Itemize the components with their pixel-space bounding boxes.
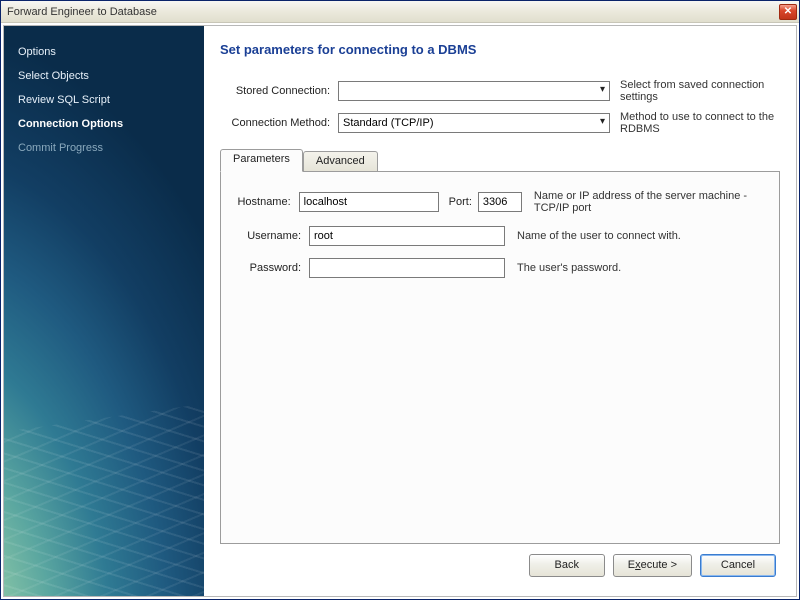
password-row: Password: The user's password. bbox=[237, 258, 763, 278]
connection-method-row: Connection Method: Standard (TCP/IP) Met… bbox=[220, 111, 780, 135]
tab-region: Parameters Advanced Hostname: Port: Name… bbox=[220, 149, 780, 544]
execute-button[interactable]: Execute > bbox=[613, 554, 692, 577]
wizard-sidebar: Options Select Objects Review SQL Script… bbox=[4, 26, 204, 596]
page-title: Set parameters for connecting to a DBMS bbox=[220, 42, 780, 57]
connection-method-dropdown[interactable]: Standard (TCP/IP) bbox=[338, 113, 610, 133]
sidebar-item-connection-options[interactable]: Connection Options bbox=[18, 112, 190, 136]
tab-parameters[interactable]: Parameters bbox=[220, 149, 303, 172]
sidebar-item-review-sql-script[interactable]: Review SQL Script bbox=[18, 88, 190, 112]
sidebar-item-commit-progress: Commit Progress bbox=[18, 136, 190, 160]
connection-method-label: Connection Method: bbox=[220, 117, 338, 129]
stored-connection-dropdown[interactable] bbox=[338, 81, 610, 101]
port-label: Port: bbox=[449, 196, 472, 208]
dialog-window: Forward Engineer to Database ✕ Options S… bbox=[0, 0, 800, 600]
hostname-input[interactable] bbox=[299, 192, 439, 212]
username-label: Username: bbox=[237, 230, 309, 242]
username-row: Username: Name of the user to connect wi… bbox=[237, 226, 763, 246]
tabstrip: Parameters Advanced bbox=[220, 149, 780, 171]
password-label: Password: bbox=[237, 262, 309, 274]
hostname-hint: Name or IP address of the server machine… bbox=[534, 190, 763, 214]
titlebar[interactable]: Forward Engineer to Database ✕ bbox=[1, 1, 799, 23]
close-button[interactable]: ✕ bbox=[779, 4, 797, 20]
port-input[interactable] bbox=[478, 192, 522, 212]
password-hint: The user's password. bbox=[517, 262, 621, 274]
hostname-row: Hostname: Port: Name or IP address of th… bbox=[237, 190, 763, 214]
stored-connection-row: Stored Connection: Select from saved con… bbox=[220, 79, 780, 103]
sidebar-item-select-objects[interactable]: Select Objects bbox=[18, 64, 190, 88]
tab-panel-parameters: Hostname: Port: Name or IP address of th… bbox=[220, 171, 780, 544]
connection-method-value: Standard (TCP/IP) bbox=[343, 117, 433, 129]
button-bar: Back Execute > Cancel bbox=[220, 544, 780, 586]
main-panel: Set parameters for connecting to a DBMS … bbox=[204, 26, 796, 596]
stored-connection-hint: Select from saved connection settings bbox=[620, 79, 780, 103]
hostname-label: Hostname: bbox=[237, 196, 299, 208]
tab-advanced[interactable]: Advanced bbox=[303, 151, 378, 171]
close-icon: ✕ bbox=[784, 6, 792, 18]
stored-connection-label: Stored Connection: bbox=[220, 85, 338, 97]
cancel-button[interactable]: Cancel bbox=[700, 554, 776, 577]
username-input[interactable] bbox=[309, 226, 505, 246]
window-title: Forward Engineer to Database bbox=[7, 6, 157, 18]
back-button[interactable]: Back bbox=[529, 554, 605, 577]
sidebar-item-options[interactable]: Options bbox=[18, 40, 190, 64]
client-area: Options Select Objects Review SQL Script… bbox=[3, 25, 797, 597]
password-input[interactable] bbox=[309, 258, 505, 278]
connection-method-hint: Method to use to connect to the RDBMS bbox=[620, 111, 780, 135]
username-hint: Name of the user to connect with. bbox=[517, 230, 681, 242]
